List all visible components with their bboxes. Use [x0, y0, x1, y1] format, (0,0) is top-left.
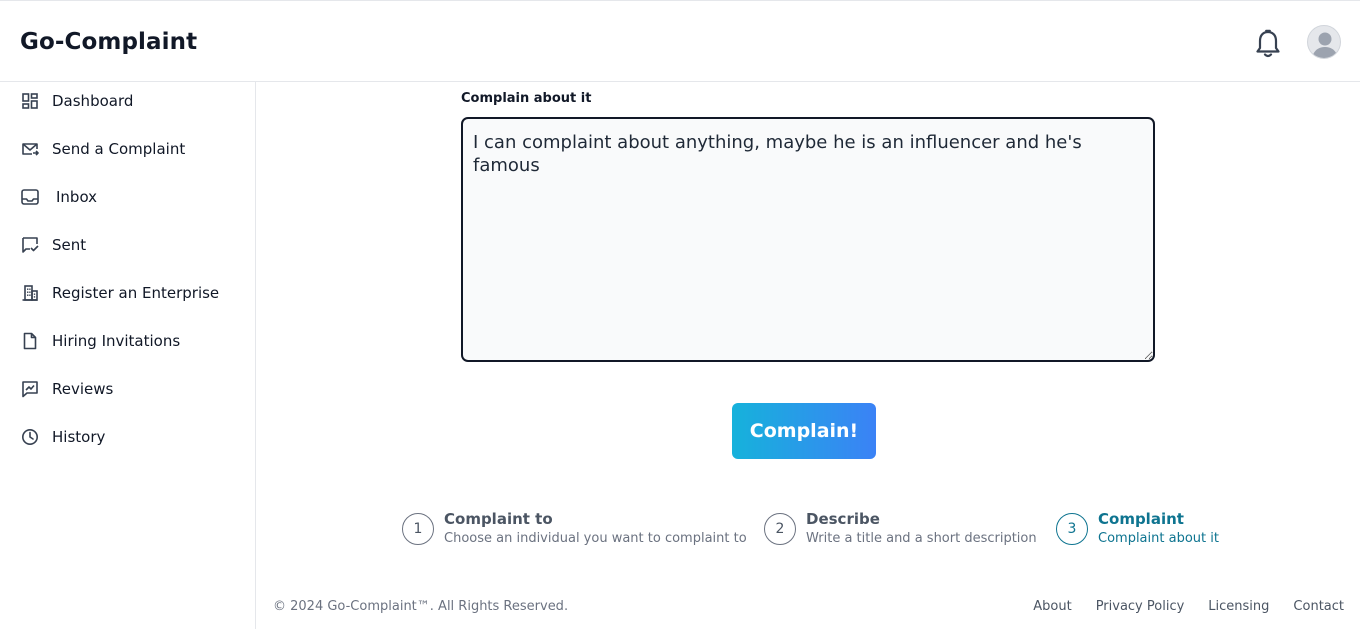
sidebar-item-label: Register an Enterprise	[52, 284, 220, 302]
bell-icon[interactable]	[1253, 28, 1283, 60]
sidebar-item-label: Inbox	[56, 188, 98, 206]
sidebar-item-register-enterprise[interactable]: Register an Enterprise	[20, 278, 250, 308]
sidebar-item-label: Send a Complaint	[52, 140, 186, 158]
sidebar-item-label: Sent	[52, 236, 87, 254]
complaint-field-label: Complain about it	[461, 91, 592, 106]
footer-copyright: © 2024 Go-Complaint™. All Rights Reserve…	[273, 599, 569, 614]
step-number: 1	[402, 513, 434, 545]
clock-icon	[20, 427, 40, 447]
app-brand[interactable]: Go-Complaint	[20, 29, 197, 55]
user-avatar-icon	[1312, 32, 1338, 58]
sidebar-item-label: Dashboard	[52, 92, 134, 110]
step-complaint-to: 1 Complaint to Choose an individual you …	[402, 510, 747, 546]
step-complaint: 3 Complaint Complaint about it	[1056, 510, 1219, 546]
complaint-textarea[interactable]	[461, 117, 1155, 362]
step-subtitle: Complaint about it	[1098, 531, 1219, 546]
sidebar-item-sent[interactable]: Sent	[20, 230, 250, 260]
sidebar-item-label: History	[52, 428, 106, 446]
step-number: 2	[764, 513, 796, 545]
document-icon	[20, 331, 40, 351]
top-bar: Go-Complaint	[0, 0, 1360, 82]
step-title: Describe	[806, 510, 880, 528]
footer-link-contact[interactable]: Contact	[1293, 599, 1344, 614]
sidebar-item-label: Hiring Invitations	[52, 332, 181, 350]
step-subtitle: Choose an individual you want to complai…	[444, 531, 747, 546]
sidebar-item-send-complaint[interactable]: Send a Complaint	[20, 134, 250, 164]
sent-icon	[20, 235, 40, 255]
step-title: Complaint	[1098, 510, 1184, 528]
step-describe: 2 Describe Write a title and a short des…	[764, 510, 1037, 546]
review-icon	[20, 379, 40, 399]
sidebar: Dashboard Send a Complaint Inbox Sent Re…	[0, 82, 256, 629]
sidebar-item-dashboard[interactable]: Dashboard	[20, 86, 250, 116]
footer-link-licensing[interactable]: Licensing	[1208, 599, 1269, 614]
sidebar-item-history[interactable]: History	[20, 422, 250, 452]
building-icon	[20, 283, 40, 303]
footer-link-privacy-policy[interactable]: Privacy Policy	[1096, 599, 1185, 614]
complain-button[interactable]: Complain!	[732, 403, 876, 459]
inbox-icon	[20, 187, 40, 207]
sidebar-item-inbox[interactable]: Inbox	[20, 182, 250, 212]
dashboard-icon	[20, 91, 40, 111]
footer-link-about[interactable]: About	[1033, 599, 1071, 614]
mail-send-icon	[20, 139, 40, 159]
main-content: Complain about it Complain! 1 Complaint …	[256, 82, 1360, 629]
footer-links: About Privacy Policy Licensing Contact	[1033, 599, 1344, 614]
sidebar-item-label: Reviews	[52, 380, 114, 398]
step-title: Complaint to	[444, 510, 553, 528]
user-avatar[interactable]	[1307, 25, 1341, 59]
step-subtitle: Write a title and a short description	[806, 531, 1037, 546]
sidebar-item-reviews[interactable]: Reviews	[20, 374, 250, 404]
sidebar-item-hiring-invitations[interactable]: Hiring Invitations	[20, 326, 250, 356]
step-number: 3	[1056, 513, 1088, 545]
